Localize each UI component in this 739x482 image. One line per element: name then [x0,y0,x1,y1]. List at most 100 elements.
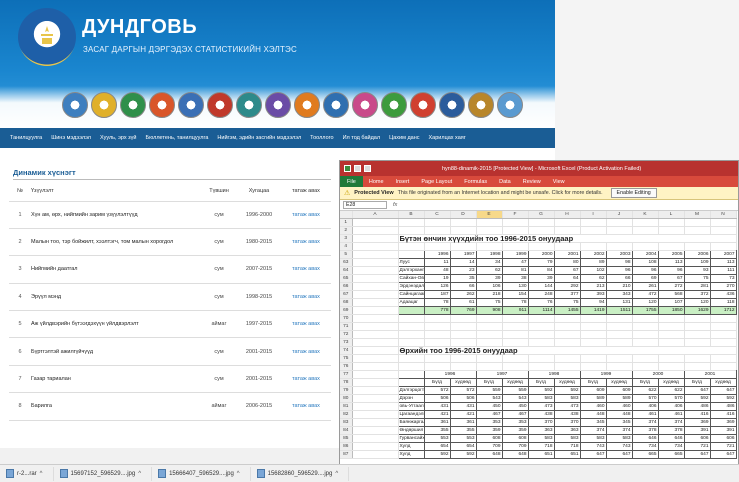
cell[interactable] [502,354,529,364]
cell[interactable] [606,338,633,348]
cell[interactable] [658,330,685,340]
excel-window[interactable]: hyn88-dinamik-2015 [Protected View] - Mi… [339,160,739,465]
cell[interactable] [580,218,607,228]
value-cell[interactable]: 665 [657,450,685,460]
cell[interactable] [502,242,529,252]
value-cell[interactable]: 450 [475,402,503,412]
value-cell[interactable]: 374 [579,426,607,436]
value-cell[interactable]: 908 [475,306,503,316]
value-cell[interactable]: 592 [709,394,737,404]
cell[interactable] [424,242,451,252]
excel-titlebar[interactable]: hyn88-dinamik-2015 [Protected View] - Mi… [340,161,738,176]
column-header[interactable]: H [554,211,581,220]
column-header[interactable]: E [476,211,503,220]
column-header[interactable]: D [450,211,477,220]
cell[interactable] [658,218,685,228]
value-cell[interactable]: 261 [631,282,659,292]
value-cell[interactable]: 648 [475,450,503,460]
year-cell[interactable]: 2004 [631,250,659,260]
value-cell[interactable]: 506 [423,394,451,404]
row-header[interactable]: 85 [340,434,353,444]
value-cell[interactable]: 592 [527,386,555,396]
cell[interactable] [632,314,659,324]
value-cell[interactable]: 11 [423,258,451,268]
value-cell[interactable]: 778 [423,306,451,316]
cell[interactable] [684,242,711,252]
soum-logo-icon[interactable] [439,92,465,118]
column-header[interactable]: G [528,211,555,220]
row-header[interactable]: 70 [340,314,353,324]
row-header[interactable]: 83 [340,418,353,428]
chevron-up-icon[interactable]: ^ [335,471,338,477]
value-cell[interactable]: 583 [527,394,555,404]
value-cell[interactable]: 647 [605,450,633,460]
nav-item[interactable]: Шинэ мэдээлэл [51,135,100,141]
value-cell[interactable]: 589 [579,394,607,404]
cell[interactable] [528,242,555,252]
value-cell[interactable]: 1455 [553,306,581,316]
value-cell[interactable]: 47 [501,258,529,268]
subheader-cell[interactable]: Бүгд [475,378,503,388]
cell[interactable] [502,314,529,324]
value-cell[interactable]: 96 [657,266,685,276]
download-item[interactable]: 15682860_596529....jpg ^ [251,466,350,481]
value-cell[interactable]: 486 [709,402,737,412]
soum-name-cell[interactable]: Дэрэн [397,394,425,404]
value-cell[interactable]: 370 [553,418,581,428]
download-link[interactable]: татаж авах [281,337,331,366]
cell[interactable] [710,226,737,236]
cell[interactable] [476,354,503,364]
value-cell[interactable]: 75 [475,298,503,308]
cell[interactable] [554,322,581,332]
soum-logo-icon[interactable] [265,92,291,118]
value-cell[interactable]: 81 [501,266,529,276]
cell[interactable] [606,354,633,364]
value-cell[interactable]: 416 [683,410,711,420]
value-cell[interactable]: 572 [449,386,477,396]
row-header[interactable]: 77 [340,370,353,380]
cell[interactable] [554,218,581,228]
cell[interactable] [554,362,581,372]
cell[interactable] [352,370,399,380]
value-cell[interactable]: 75 [553,298,581,308]
download-link[interactable]: татаж авах [281,283,331,312]
value-cell[interactable]: 472 [631,290,659,300]
subheader-cell[interactable]: хүдөөд [709,378,737,388]
value-cell[interactable]: 421 [449,410,477,420]
value-cell[interactable]: 622 [631,386,659,396]
value-cell[interactable]: 1511 [605,306,633,316]
cell[interactable] [684,322,711,332]
download-item[interactable]: r-2...rar ^ [0,466,54,481]
cell[interactable] [352,434,399,444]
cell[interactable] [658,226,685,236]
cell[interactable] [424,362,451,372]
cell[interactable] [710,242,737,252]
value-cell[interactable]: 718 [553,442,581,452]
cell[interactable] [710,362,737,372]
cell[interactable] [632,362,659,372]
save-icon[interactable] [354,165,361,172]
cell[interactable] [710,330,737,340]
row-header[interactable]: 79 [340,386,353,396]
cell[interactable] [606,226,633,236]
cell[interactable] [684,354,711,364]
value-cell[interactable]: 583 [605,434,633,444]
value-cell[interactable]: 39 [527,274,555,284]
cell[interactable] [398,322,425,332]
value-cell[interactable]: 210 [605,282,633,292]
value-cell[interactable]: 654 [449,442,477,452]
year-cell[interactable]: 2005 [657,250,685,260]
value-cell[interactable]: 646 [631,434,659,444]
cell[interactable] [476,362,503,372]
value-cell[interactable]: 393 [579,290,607,300]
value-cell[interactable]: 89 [579,258,607,268]
row-header[interactable]: 72 [340,330,353,340]
value-cell[interactable]: 1629 [683,306,711,316]
year-cell[interactable]: 1996 [423,250,451,260]
soum-name-cell[interactable]: Хулд [397,450,425,460]
protected-view-message[interactable]: This file originated from an Internet lo… [398,190,603,196]
value-cell[interactable]: 107 [657,298,685,308]
cell[interactable] [352,242,399,252]
year-cell[interactable]: 1996 [423,370,477,380]
value-cell[interactable]: 583 [553,394,581,404]
